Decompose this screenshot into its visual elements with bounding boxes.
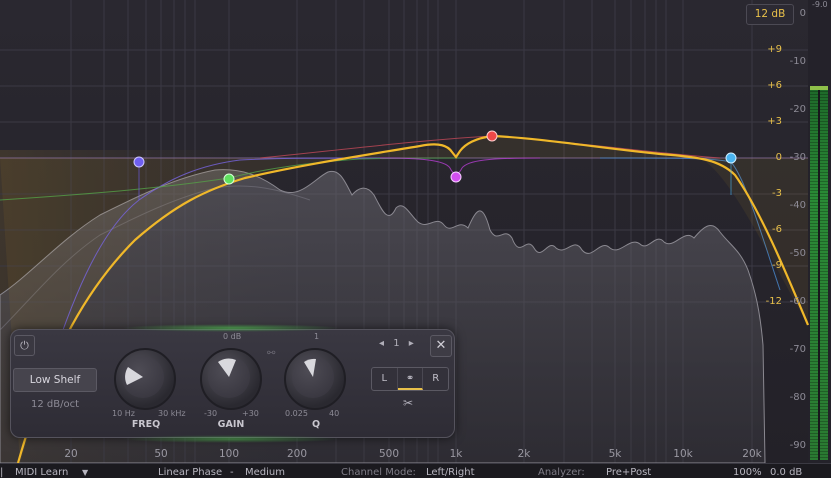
gain-tick: +6 bbox=[767, 80, 782, 91]
freq-tick: 500 bbox=[378, 448, 400, 460]
midi-indicator: | bbox=[0, 467, 4, 478]
db-tick: -30 bbox=[789, 152, 806, 163]
right-channel-button[interactable]: R bbox=[423, 368, 448, 390]
output-gain-value[interactable]: 0.0 dB bbox=[770, 467, 802, 478]
band3-node[interactable] bbox=[450, 171, 462, 183]
q-center-label: 1 bbox=[314, 332, 320, 341]
db-tick: -70 bbox=[789, 344, 806, 355]
db-tick: -90 bbox=[789, 440, 806, 451]
linear-phase-label[interactable]: Linear Phase bbox=[158, 467, 222, 478]
filter-slope[interactable]: 12 dB/oct bbox=[31, 399, 79, 410]
eq-plugin-window: 12 dB -9.0 +9 +6 +3 0 -3 -6 -9 -12 0 -10… bbox=[0, 0, 831, 478]
stereo-placement-group: L ⚭ R bbox=[371, 367, 449, 391]
close-band-button[interactable]: ✕ bbox=[430, 335, 452, 357]
db-tick: -50 bbox=[789, 248, 806, 259]
gain-knob-label: GAIN bbox=[217, 419, 245, 430]
power-icon: ⏻ bbox=[20, 339, 29, 352]
analyzer-label: Analyzer: bbox=[538, 467, 585, 478]
next-band-icon[interactable]: ▸ bbox=[409, 338, 414, 349]
band4-node[interactable] bbox=[486, 130, 498, 142]
db-tick: -60 bbox=[789, 296, 806, 307]
freq-tick: 2k bbox=[517, 448, 531, 460]
gain-tick: -6 bbox=[772, 224, 782, 235]
close-icon: ✕ bbox=[435, 338, 447, 353]
band5-node[interactable] bbox=[725, 152, 737, 164]
analyzer-value[interactable]: Pre+Post bbox=[606, 467, 651, 478]
freq-tick: 100 bbox=[218, 448, 240, 460]
freq-tick: 50 bbox=[154, 448, 168, 460]
prev-band-icon[interactable]: ◂ bbox=[379, 338, 384, 349]
db-tick: -10 bbox=[789, 56, 806, 67]
gain-tick: -3 bbox=[772, 188, 782, 199]
q-min-label: 0.025 bbox=[285, 409, 308, 418]
output-level-meter bbox=[810, 88, 828, 460]
band-number: 1 bbox=[393, 338, 400, 349]
gain-tick: -9 bbox=[772, 260, 782, 271]
midi-learn-button[interactable]: MIDI Learn bbox=[15, 467, 68, 478]
stereo-button[interactable]: ⚭ bbox=[397, 368, 424, 390]
band-selector[interactable]: ◂ 1 ▸ bbox=[379, 338, 414, 349]
linear-phase-separator: - bbox=[230, 467, 234, 478]
meter-peak-readout: -9.0 bbox=[812, 0, 828, 9]
gain-center-label: 0 dB bbox=[223, 332, 242, 341]
channel-mode-label: Channel Mode: bbox=[341, 467, 416, 478]
band-edit-panel: ⏻ Low Shelf 12 dB/oct 10 Hz 30 kHz FREQ … bbox=[10, 324, 455, 443]
channel-mode-value[interactable]: Left/Right bbox=[426, 467, 475, 478]
band2-node[interactable] bbox=[223, 173, 235, 185]
gain-tick: +9 bbox=[767, 44, 782, 55]
freq-tick: 5k bbox=[608, 448, 622, 460]
status-bar: | MIDI Learn ▼ Linear Phase - Medium Cha… bbox=[0, 463, 831, 478]
gain-knob[interactable] bbox=[200, 348, 262, 410]
freq-tick: 200 bbox=[286, 448, 308, 460]
q-knob[interactable] bbox=[284, 348, 346, 410]
gain-min-label: -30 bbox=[204, 409, 218, 418]
freq-tick: 1k bbox=[449, 448, 463, 460]
freq-knob-label: FREQ bbox=[131, 419, 161, 430]
freq-tick: 20 bbox=[64, 448, 78, 460]
link-icon[interactable]: ⚯ bbox=[267, 348, 275, 359]
zoom-value[interactable]: 100% bbox=[733, 467, 762, 478]
midi-dropdown-icon[interactable]: ▼ bbox=[82, 468, 88, 477]
band1-node[interactable] bbox=[133, 156, 145, 168]
freq-knob[interactable] bbox=[114, 348, 176, 410]
db-tick: 0 bbox=[799, 8, 806, 19]
meter-peak-indicator bbox=[810, 86, 828, 90]
left-channel-button[interactable]: L bbox=[372, 368, 398, 390]
split-icon[interactable]: ✂ bbox=[403, 396, 413, 410]
freq-tick: 10k bbox=[673, 448, 693, 460]
freq-min-label: 10 Hz bbox=[112, 409, 135, 418]
filter-shape-button[interactable]: Low Shelf bbox=[13, 368, 97, 392]
linear-phase-value[interactable]: Medium bbox=[245, 467, 285, 478]
db-tick: -40 bbox=[789, 200, 806, 211]
q-max-label: 40 bbox=[329, 409, 340, 418]
gain-tick: +3 bbox=[767, 116, 782, 127]
gain-max-label: +30 bbox=[242, 409, 259, 418]
q-knob-label: Q bbox=[311, 419, 321, 430]
band-bypass-button[interactable]: ⏻ bbox=[14, 335, 35, 356]
freq-tick: 20k bbox=[742, 448, 762, 460]
db-tick: -20 bbox=[789, 104, 806, 115]
freq-max-label: 30 kHz bbox=[158, 409, 186, 418]
db-tick: -80 bbox=[789, 392, 806, 403]
